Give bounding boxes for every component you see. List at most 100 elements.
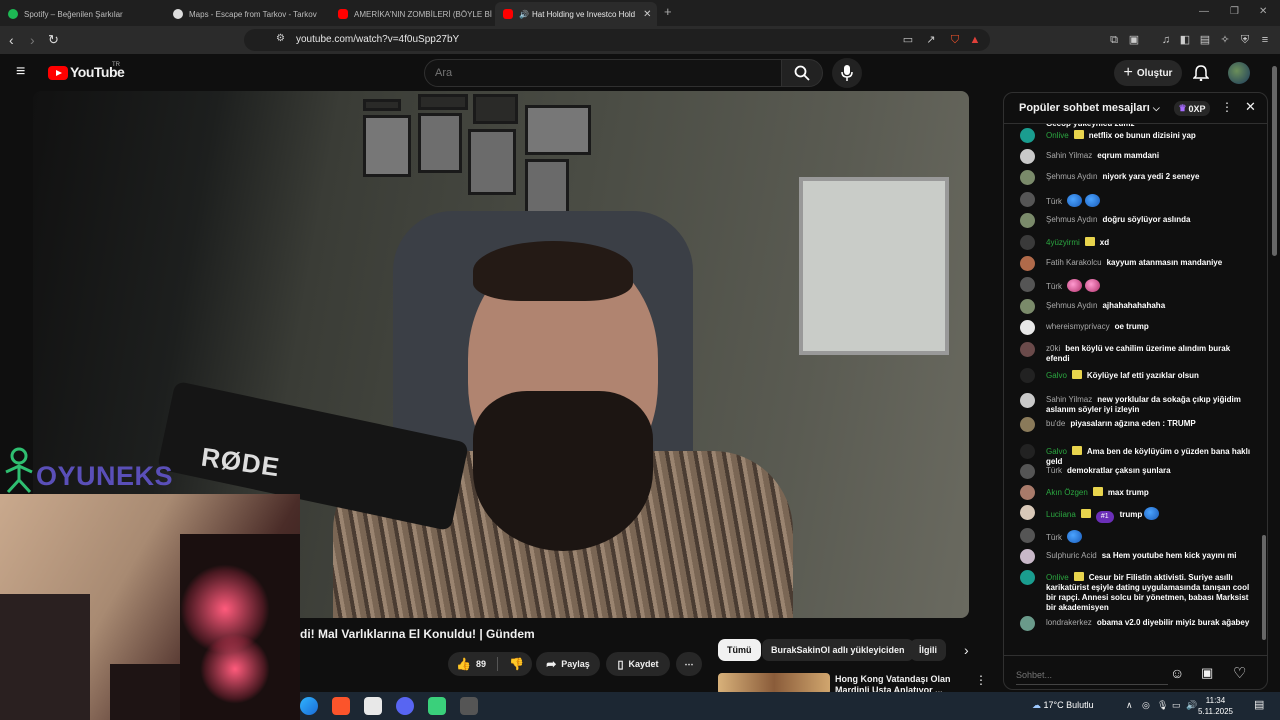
wallet-card-icon[interactable]: ▤ [1198, 33, 1212, 47]
chat-author[interactable]: Luciiana [1046, 510, 1076, 519]
chat-avatar[interactable] [1020, 616, 1035, 631]
search-button[interactable] [781, 59, 823, 87]
chat-avatar[interactable] [1020, 299, 1035, 314]
vpn-icon[interactable]: ⛨ [1238, 33, 1252, 47]
chat-avatar[interactable] [1020, 256, 1035, 271]
menu-icon[interactable]: ≡ [1258, 33, 1272, 47]
close-window-icon[interactable]: ✕ [1259, 6, 1267, 17]
chat-avatar[interactable] [1020, 444, 1035, 459]
chip-all[interactable]: Tümü [718, 639, 761, 661]
chat-author[interactable]: Onlive [1046, 131, 1069, 140]
chat-author[interactable]: Türk [1046, 282, 1062, 291]
chat-input[interactable] [1016, 665, 1168, 685]
account-avatar[interactable] [1228, 62, 1250, 84]
close-chat-icon[interactable]: ✕ [1245, 99, 1256, 115]
clock[interactable]: 11:34 5.11.2025 [1198, 695, 1233, 717]
search-box[interactable] [424, 59, 782, 87]
chat-avatar[interactable] [1020, 485, 1035, 500]
more-vert-icon[interactable]: ⋮ [975, 673, 987, 687]
chat-avatar[interactable] [1020, 570, 1035, 585]
chat-avatar[interactable] [1020, 528, 1035, 543]
notifications-bell-icon[interactable] [1193, 65, 1209, 81]
mic-icon[interactable]: 🎙 [1157, 700, 1168, 711]
thumbs-down-icon[interactable]: 👎 [509, 657, 524, 671]
more-vert-icon[interactable]: ⋮ [1221, 100, 1233, 114]
search-input[interactable] [435, 67, 735, 79]
notification-icon[interactable]: ▤ [1254, 698, 1264, 711]
chat-avatar[interactable] [1020, 235, 1035, 250]
new-tab-button[interactable]: + [664, 4, 672, 19]
more-actions-button[interactable]: ⋯ [676, 652, 702, 676]
save-button[interactable]: ▯ Kaydet [606, 652, 670, 676]
tray-chevron-icon[interactable]: ∧ [1126, 700, 1133, 711]
chat-author[interactable]: Şehmus Aydın [1046, 172, 1097, 181]
chat-author[interactable]: Galvo [1046, 447, 1067, 456]
super-chat-icon[interactable]: ▣ [1201, 665, 1213, 681]
chat-author[interactable]: Sahin Yilmaz [1046, 151, 1092, 160]
chat-author[interactable]: Fatih Karakolcu [1046, 258, 1102, 267]
tray-icon[interactable]: ◎ [1142, 700, 1150, 711]
chat-author[interactable]: whereismyprivacy [1046, 322, 1110, 331]
chat-author[interactable]: Türk [1046, 533, 1062, 542]
site-info-icon[interactable]: ⚙ [276, 33, 285, 44]
chat-avatar[interactable] [1020, 128, 1035, 143]
brave-shield-icon[interactable]: ⛉ [948, 33, 962, 47]
chat-avatar[interactable] [1020, 213, 1035, 228]
cast-icon[interactable]: ▭ [901, 33, 915, 47]
close-tab-icon[interactable]: ✕ [643, 9, 651, 20]
chat-avatar[interactable] [1020, 393, 1035, 408]
url-field[interactable]: ⚙ youtube.com/watch?v=4f0uSpp27bY ▭ ↗ ⛉ … [244, 29, 990, 51]
chat-avatar[interactable] [1020, 417, 1035, 432]
chat-scrollbar-thumb[interactable] [1262, 535, 1266, 640]
chevron-right-icon[interactable]: › [964, 642, 969, 658]
create-button[interactable]: + Oluştur [1114, 60, 1182, 86]
volume-icon[interactable]: 🔊 [1186, 700, 1197, 711]
capcut-icon[interactable] [364, 697, 382, 715]
brave-rewards-icon[interactable]: ▲ [968, 33, 982, 47]
chat-avatar[interactable] [1020, 170, 1035, 185]
chat-mode-selector[interactable]: Popüler sohbet mesajları ⌵ [1019, 102, 1160, 114]
share-button[interactable]: ➦ Paylaş [536, 652, 600, 676]
reload-icon[interactable]: ↻ [48, 32, 59, 48]
network-icon[interactable]: ▭ [1172, 700, 1181, 711]
tab-youtube-active[interactable]: 🔊 Hat Holding ve Investco Hold ✕ [495, 2, 657, 26]
chat-author[interactable]: Şehmus Aydın [1046, 215, 1097, 224]
music-icon[interactable]: ♫ [1159, 33, 1173, 47]
tab-maps[interactable]: Maps - Escape from Tarkov - Tarkov [165, 2, 330, 26]
chat-avatar[interactable] [1020, 149, 1035, 164]
chat-author[interactable]: Şehmus Aydın [1046, 301, 1097, 310]
chat-avatar[interactable] [1020, 192, 1035, 207]
app-icon[interactable] [460, 697, 478, 715]
extensions-icon[interactable]: ⧉ [1107, 33, 1121, 47]
chat-author[interactable]: Akın Özgen [1046, 488, 1088, 497]
sidebar-icon[interactable]: ◧ [1178, 33, 1192, 47]
thumbs-up-icon[interactable]: 👍 [456, 657, 471, 671]
chat-avatar[interactable] [1020, 277, 1035, 292]
chat-avatar[interactable] [1020, 464, 1035, 479]
chip-uploader[interactable]: BurakSakinOl adlı yükleyiciden [762, 639, 914, 661]
chat-message-list[interactable]: Gecop yukeynicu zumz Onlive netflix oe bun… [1004, 124, 1267, 655]
weather-widget[interactable]: ☁ 17°C Bulutlu [1032, 700, 1094, 711]
chat-author[interactable]: Onlive [1046, 573, 1069, 582]
chat-author[interactable]: 4yüzyirmi [1046, 238, 1080, 247]
app-icon[interactable] [428, 697, 446, 715]
edge-icon[interactable] [300, 697, 318, 715]
share-icon[interactable]: ↗ [924, 33, 938, 47]
chat-avatar[interactable] [1020, 368, 1035, 383]
chat-author[interactable]: Türk [1046, 197, 1062, 206]
chat-author[interactable]: Galvo [1046, 371, 1067, 380]
discord-icon[interactable] [396, 697, 414, 715]
chat-author[interactable]: bu'de [1046, 419, 1065, 428]
chat-avatar[interactable] [1020, 320, 1035, 335]
chip-related[interactable]: İlgili [910, 639, 946, 661]
heart-icon[interactable]: ♡ [1233, 664, 1246, 682]
chat-avatar[interactable] [1020, 505, 1035, 520]
chat-author[interactable]: Sahin Yilmaz [1046, 395, 1092, 404]
hamburger-menu-icon[interactable]: ≡ [16, 63, 25, 81]
leo-ai-icon[interactable]: ✧ [1218, 33, 1232, 47]
emoji-icon[interactable]: ☺ [1170, 665, 1184, 681]
minimize-icon[interactable]: — [1199, 6, 1209, 17]
tab-youtube-1[interactable]: AMERİKA'NIN ZOMBİLERİ (BÖYLE Bİ [330, 2, 495, 26]
points-badge[interactable]: ♛ 0XP [1174, 101, 1210, 116]
like-count[interactable]: 89 [476, 659, 486, 669]
